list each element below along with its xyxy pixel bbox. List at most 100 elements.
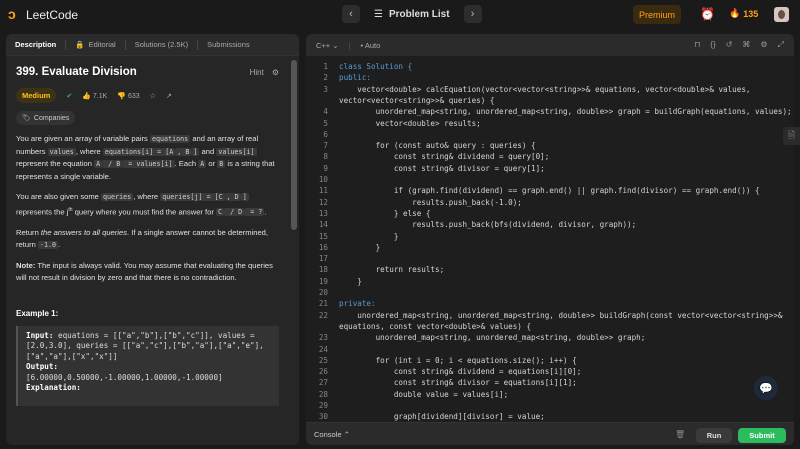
code-line[interactable]: 19 }	[306, 277, 794, 288]
like-count: 7.1K	[92, 92, 108, 100]
code-line[interactable]: 17	[306, 254, 794, 265]
prev-problem-button[interactable]: ‹	[342, 5, 360, 23]
code-line[interactable]: 24	[306, 345, 794, 356]
code-line[interactable]: 20	[306, 288, 794, 299]
shortcut-icon[interactable]: ⌘	[742, 40, 750, 50]
code-line[interactable]: 9 const string& divisor = query[1];	[306, 164, 794, 175]
tab-editorial[interactable]: 🔒 Editorial	[66, 40, 124, 49]
tab-description[interactable]: Description	[6, 40, 65, 49]
hint-button[interactable]: Hint	[250, 68, 264, 77]
settings-icon[interactable]: ⚙	[760, 40, 767, 50]
code-line[interactable]: 10	[306, 175, 794, 186]
editor-toolbar: C++ ⌄ | • Auto ⊓ {} ↺ ⌘ ⚙ ⤢	[306, 34, 794, 56]
tab-submissions[interactable]: Submissions	[198, 40, 259, 49]
chat-bubble-icon[interactable]: 💬	[754, 376, 778, 400]
code-line[interactable]: 4 unordered_map<string, unordered_map<st…	[306, 107, 794, 118]
like-button[interactable]: 👍 7.1K	[82, 92, 107, 100]
line-number: 13	[318, 208, 328, 218]
inline-code: equations[i] = [A	[102, 147, 176, 156]
line-code: results.push_back(-1.0);	[339, 197, 522, 207]
side-panel-toggle[interactable]: 🗎	[783, 127, 800, 145]
code-line[interactable]: equations, const vector<double>& values)…	[306, 322, 794, 333]
auto-mode[interactable]: • Auto	[361, 41, 381, 50]
line-code: if (graph.find(dividend) == graph.end() …	[339, 186, 760, 196]
mode-label: Auto	[364, 40, 381, 50]
tab-solutions[interactable]: Solutions (2.5K)	[126, 40, 197, 49]
code-line[interactable]: 28 double value = values[i];	[306, 390, 794, 401]
code-line[interactable]: 12 results.push_back(-1.0);	[306, 198, 794, 209]
alarm-clock-icon[interactable]: ⏰	[700, 7, 715, 21]
problem-list-label: Problem List	[388, 8, 450, 20]
submit-button[interactable]: Submit	[738, 428, 786, 443]
next-problem-button[interactable]: ›	[463, 5, 482, 23]
code-line[interactable]: 25 for (int i = 0; i < equations.size();…	[306, 356, 794, 367]
description-paragraph-1: You are given an array of variable pairs…	[16, 133, 279, 183]
code-line[interactable]: 1 class Solution {	[306, 62, 794, 73]
problem-title[interactable]: 399. Evaluate Division	[16, 66, 137, 78]
line-number: 20	[318, 288, 328, 297]
settings-icon[interactable]: ⚙	[272, 68, 279, 77]
text: .	[58, 240, 61, 250]
code-line[interactable]: 22 unordered_map<string, unordered_map<s…	[306, 311, 794, 322]
braces-icon[interactable]: {}	[710, 40, 715, 50]
code-line[interactable]: 8 const string& dividend = query[0];	[306, 152, 794, 163]
language-select[interactable]: C++ ⌄	[316, 41, 339, 50]
code-line[interactable]: 16 }	[306, 243, 794, 254]
code-line[interactable]: 26 const string& dividend = equations[i]…	[306, 367, 794, 378]
leetcode-logo[interactable]: ↄ LeetCode	[8, 7, 78, 22]
trash-icon[interactable]: 🗑	[675, 430, 685, 439]
code-line[interactable]: 23 unordered_map<string, unordered_map<s…	[306, 333, 794, 344]
inline-code: ]	[240, 193, 249, 201]
code-line[interactable]: 27 const string& divisor = equations[i][…	[306, 378, 794, 389]
reset-icon[interactable]: ↺	[726, 40, 733, 50]
share-icon[interactable]: ↗	[166, 92, 172, 100]
text: . Each	[174, 159, 199, 168]
dislike-button[interactable]: 👎 633	[117, 92, 139, 100]
code-line[interactable]: 3 vector<double> calcEquation(vector<vec…	[306, 85, 794, 96]
code-editor-panel: C++ ⌄ | • Auto ⊓ {} ↺ ⌘ ⚙ ⤢ 1 class Solut…	[306, 34, 794, 445]
line-code: equations, const vector<double>& values)…	[339, 321, 532, 331]
code-line[interactable]: 5 vector<double> results;	[306, 119, 794, 130]
line-code: unordered_map<string, unordered_map<stri…	[339, 310, 783, 320]
tab-label: Solutions (2.5K)	[134, 40, 189, 49]
streak-counter[interactable]: 🔥 135	[729, 8, 758, 19]
code-line[interactable]: vector<vector<string>>& queries) {	[306, 96, 794, 107]
run-button[interactable]: Run	[696, 428, 732, 443]
user-avatar[interactable]	[774, 7, 789, 22]
code-line[interactable]: 18 return results;	[306, 265, 794, 276]
code-line[interactable]: 7 for (const auto& query : queries) {	[306, 141, 794, 152]
hint-area: Hint ⚙	[250, 68, 279, 77]
toolbar-divider: |	[348, 40, 351, 50]
code-line[interactable]: 11 if (graph.find(dividend) == graph.end…	[306, 186, 794, 197]
star-icon[interactable]: ☆	[150, 92, 156, 100]
code-line[interactable]: 13 } else {	[306, 209, 794, 220]
code-line[interactable]: 2 public:	[306, 73, 794, 84]
problem-list-button[interactable]: ☰ Problem List	[368, 9, 456, 20]
input-label: Input:	[26, 330, 54, 340]
companies-tag[interactable]: 🏷 Companies	[16, 111, 76, 125]
note-paragraph: Note: The input is always valid. You may…	[16, 260, 279, 285]
code-area[interactable]: 1 class Solution {2 public: 3 vector<double…	[306, 56, 794, 445]
line-code: graph[dividend][divisor] = value;	[339, 412, 545, 422]
premium-button[interactable]: Premium	[633, 5, 681, 24]
line-code: double value = values[i];	[339, 389, 509, 399]
tab-label: Description	[15, 40, 57, 49]
text: represents the	[16, 207, 67, 217]
fullscreen-icon[interactable]: ⤢	[778, 40, 784, 50]
code-line[interactable]: 14 results.push_back(bfs(dividend, divis…	[306, 220, 794, 231]
code-line[interactable]: 6	[306, 130, 794, 141]
output-text: [6.00000,0.50000,-1.00000,1.00000,-1.000…	[26, 372, 223, 382]
console-toggle[interactable]: Console ⌃	[314, 430, 350, 439]
line-number: 23	[318, 333, 328, 343]
code-line[interactable]: 29	[306, 401, 794, 412]
inline-code: queries	[101, 193, 134, 201]
thumbs-up-icon: 👍	[82, 92, 91, 100]
line-number: 5	[323, 118, 328, 128]
description-scrollbar[interactable]	[291, 60, 297, 230]
bookmark-icon[interactable]: ⊓	[694, 40, 700, 50]
code-line[interactable]: 21 private:	[306, 299, 794, 310]
chevron-down-icon: ⌄	[332, 40, 339, 50]
code-line[interactable]: 15 }	[306, 232, 794, 243]
line-number: 28	[318, 389, 328, 399]
line-number: 29	[318, 401, 328, 410]
